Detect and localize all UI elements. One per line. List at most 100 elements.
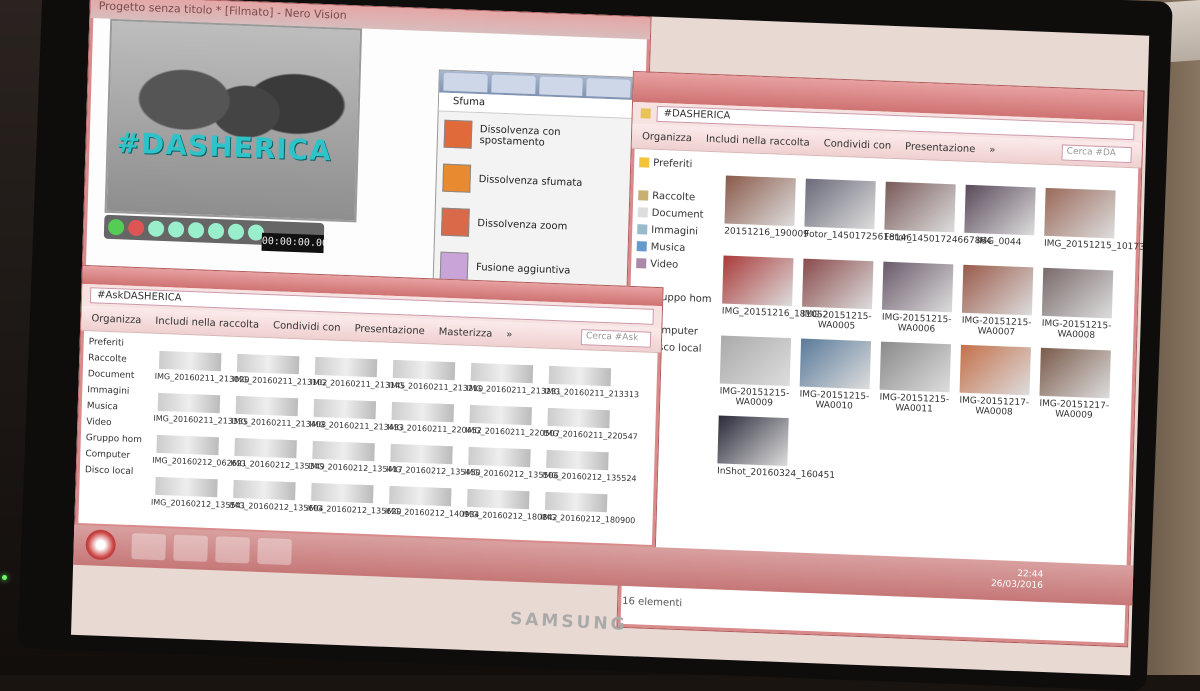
tab-text[interactable]	[538, 76, 583, 96]
photo-preview	[157, 392, 221, 414]
file-name: IMG_20160212_180900	[540, 512, 636, 526]
toolbar-burn[interactable]: Masterizza	[439, 326, 493, 339]
file-thumbnail[interactable]: IMG_20160212_135541	[151, 476, 246, 511]
file-thumbnail[interactable]: IMG_20160211_213335	[153, 392, 248, 427]
file-thumbnail[interactable]: IMG-20151217-WA0009	[1039, 347, 1111, 422]
photo-preview	[470, 362, 534, 384]
taskbar-app-icon[interactable]	[173, 534, 208, 562]
toolbar-more[interactable]: »	[506, 329, 512, 340]
file-thumbnail[interactable]: IMG-20151215-WA0006	[881, 261, 954, 336]
file-thumbnail[interactable]: Fotor_14501725618146	[804, 178, 912, 244]
toolbar-include[interactable]: Includi nella raccolta	[155, 315, 259, 330]
file-name: IMG_20160211_213210	[388, 380, 484, 394]
search-input[interactable]: Cerca #Ask	[580, 329, 652, 348]
search-input[interactable]: Cerca #DA	[1061, 144, 1132, 164]
photo-preview	[390, 443, 453, 465]
effect-thumbnail	[441, 207, 470, 237]
file-thumbnail[interactable]: IMG_0044	[964, 184, 1036, 249]
effect-item[interactable]: Dissolvenza zoom	[435, 199, 631, 250]
back-icon[interactable]	[167, 221, 185, 238]
toolbar-slideshow[interactable]: Presentazione	[905, 141, 976, 155]
tab-media[interactable]	[443, 72, 488, 93]
file-thumbnail[interactable]: IMG_20151215_101735	[1044, 187, 1149, 253]
effect-item[interactable]: Dissolvenza con spostamento	[437, 111, 633, 162]
toolbar-include[interactable]: Includi nella raccolta	[706, 133, 810, 148]
file-thumbnail[interactable]: IMG_20160211_213145	[310, 356, 405, 391]
photo-preview	[964, 184, 1036, 236]
file-thumbnail[interactable]: IMG_20160211_213102	[232, 353, 327, 388]
file-thumbnail[interactable]: IMG_20160212_180900	[540, 491, 636, 526]
file-thumbnail[interactable]: IMG-20151215-WA0007	[961, 264, 1034, 339]
taskbar-app-icon[interactable]	[257, 537, 292, 566]
toolbar-share[interactable]: Condividi con	[273, 320, 341, 334]
photo-preview	[722, 255, 794, 307]
file-thumbnail[interactable]: IMG_20160211_213433	[309, 398, 404, 433]
effect-thumbnail	[439, 251, 469, 281]
file-name: IMG_20160212_180842	[462, 509, 558, 523]
file-thumbnail[interactable]: IMG_20160211_213210	[388, 359, 484, 394]
explorer-window-askdasherica: #AskDASHERICA Organizza Includi nella ra…	[74, 264, 664, 550]
file-thumbnail[interactable]: IMG_20151216_181052	[722, 255, 828, 321]
file-name: IMG_20160212_135349	[230, 458, 325, 472]
clock-date: 26/03/2016	[990, 579, 1043, 592]
star-icon	[639, 157, 650, 168]
file-thumbnail[interactable]: IMG_20160212_062621	[152, 434, 247, 469]
file-name: IMG_20160211_220452	[387, 422, 483, 436]
file-thumbnail[interactable]: IMG_20160211_213020	[155, 350, 249, 385]
toolbar-share[interactable]: Condividi con	[824, 138, 892, 152]
photo-preview	[548, 365, 612, 387]
taskbar-app-icon[interactable]	[131, 533, 167, 561]
tab-transitions[interactable]	[586, 78, 631, 98]
file-thumbnail[interactable]: IMG-20151215-WA0010	[799, 338, 872, 413]
file-thumbnail[interactable]: 20151216_190009	[724, 175, 809, 240]
stop-icon[interactable]	[127, 219, 145, 237]
toolbar-organize[interactable]: Organizza	[91, 313, 141, 326]
forward-icon[interactable]	[187, 221, 205, 239]
tab-effects[interactable]	[491, 74, 536, 95]
toolbar-more[interactable]: »	[989, 144, 995, 155]
file-thumbnail[interactable]: IMG_20160211_213408	[231, 395, 326, 430]
taskbar-clock[interactable]: 22:44 26/03/2016	[991, 568, 1043, 592]
file-thumbnail[interactable]: IMG_20160211_213313	[544, 365, 639, 400]
mark-in-icon[interactable]	[227, 223, 245, 241]
photo-preview	[391, 401, 455, 423]
photo-preview	[469, 404, 532, 426]
power-led	[2, 575, 7, 580]
file-thumbnail[interactable]: IMG_20160211_213231	[466, 362, 561, 397]
file-thumbnail[interactable]: IMG_20160211_220507	[465, 404, 561, 439]
file-thumbnail[interactable]: IMG_20160211_220547	[543, 407, 638, 442]
file-thumbnail[interactable]: IMG_20160212_135506	[464, 446, 559, 481]
file-thumbnail[interactable]: IMG_20160212_135417	[308, 440, 403, 475]
toolbar-organize[interactable]: Organizza	[642, 131, 692, 144]
file-thumbnail[interactable]: IMG_20160212_135524	[542, 449, 637, 484]
file-thumbnail[interactable]: IMG_20160212_135349	[230, 437, 325, 472]
play-icon[interactable]	[107, 218, 125, 236]
file-thumbnail[interactable]: IMG_20160212_180842	[462, 488, 558, 523]
file-name: IMG_20160211_220507	[465, 425, 561, 439]
photo-preview	[466, 488, 530, 510]
file-thumbnail[interactable]: IMG_20160211_220452	[387, 401, 483, 436]
file-thumbnail[interactable]: IMG-20151215-WA0011	[879, 341, 951, 416]
file-thumbnail[interactable]: IMG-20151217-WA0008	[959, 344, 1031, 419]
photo-preview	[235, 395, 299, 417]
file-name: IMG_20160212_140934	[384, 506, 480, 520]
photo-preview	[961, 264, 1034, 316]
photo-preview	[884, 181, 956, 233]
effect-item[interactable]: Dissolvenza sfumata	[436, 155, 632, 206]
file-thumbnail[interactable]: IMG-20151215-WA0005	[801, 258, 874, 333]
toolbar-slideshow[interactable]: Presentazione	[354, 323, 425, 337]
music-icon	[636, 241, 647, 252]
file-thumbnail[interactable]: IMG-20151215-WA0009	[719, 335, 792, 409]
file-thumbnail[interactable]: IMG_20160212_135620	[307, 482, 402, 517]
file-thumbnail[interactable]: IMG_20160212_140934	[384, 485, 480, 520]
file-thumbnail[interactable]: Fotor_14501724667864	[884, 181, 992, 247]
rewind-icon[interactable]	[147, 220, 165, 238]
file-thumbnail[interactable]: InShot_20160324_160451	[717, 415, 835, 481]
effect-label: Dissolvenza con spostamento	[479, 124, 561, 149]
start-button[interactable]	[85, 529, 117, 561]
end-icon[interactable]	[207, 222, 225, 240]
file-thumbnail[interactable]: IMG_20160212_135450	[386, 443, 481, 478]
file-thumbnail[interactable]: IMG_20160212_135604	[229, 479, 324, 514]
taskbar-app-icon[interactable]	[215, 536, 250, 564]
file-thumbnail[interactable]: IMG-20151215-WA0008	[1041, 267, 1114, 342]
